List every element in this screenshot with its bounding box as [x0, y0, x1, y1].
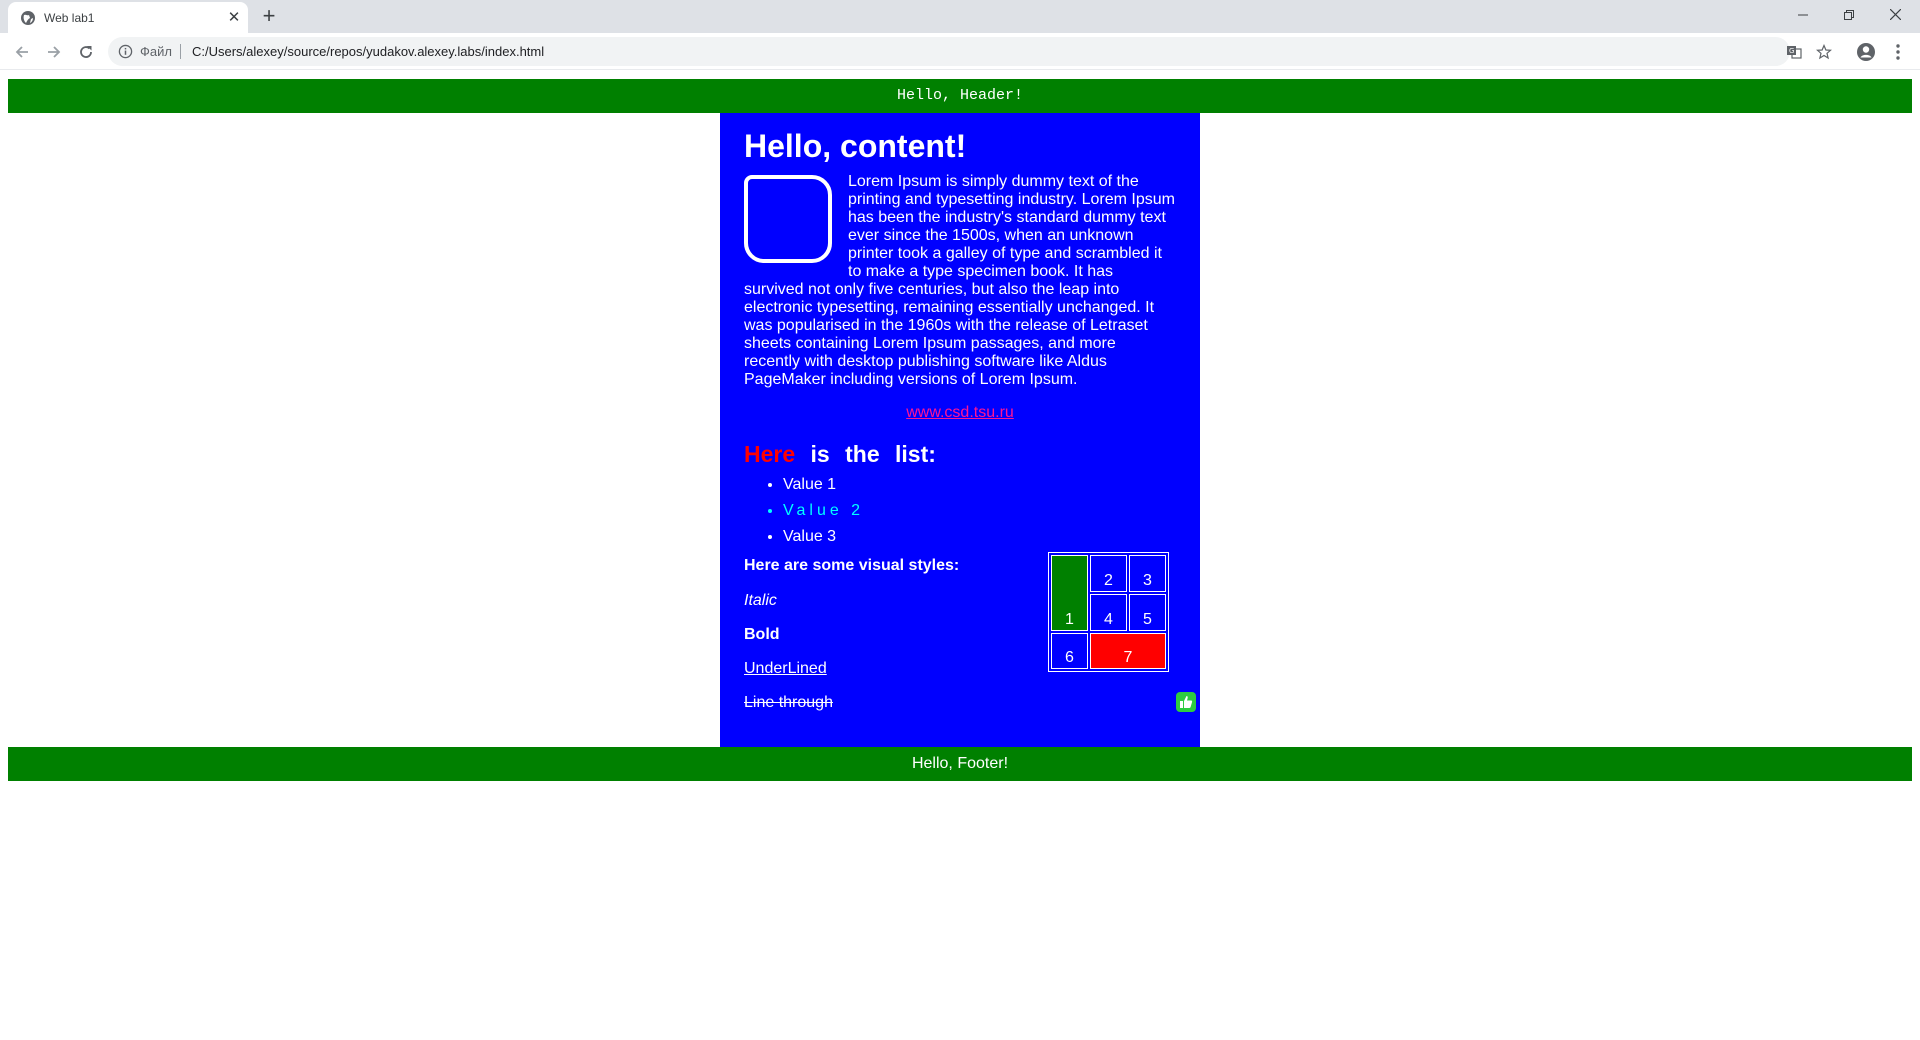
profile-avatar-icon[interactable] — [1856, 42, 1876, 62]
restore-icon — [1844, 10, 1854, 20]
line-through-text: Line through — [744, 694, 833, 711]
url-text[interactable]: C:/Users/alexey/source/repos/yudakov.ale… — [192, 44, 544, 59]
close-window-button[interactable] — [1872, 0, 1918, 30]
globe-icon — [21, 11, 35, 25]
list-item: Value 2 — [783, 498, 1176, 524]
table-cell: 2 — [1090, 555, 1127, 592]
reload-button[interactable] — [72, 38, 100, 66]
bookmark-star-icon[interactable] — [1816, 44, 1832, 60]
info-icon[interactable] — [118, 44, 133, 59]
site-link[interactable]: www.csd.tsu.ru — [744, 404, 1176, 422]
table-cell: 1 — [1051, 555, 1088, 631]
scheme-label: Файл — [140, 44, 172, 59]
tab-close-icon[interactable]: ✕ — [224, 8, 244, 28]
page-footer: Hello, Footer! — [8, 747, 1912, 781]
table-cell: 6 — [1051, 633, 1088, 669]
styles-title: Here are some visual styles: — [744, 557, 960, 574]
list-item: Value 3 — [783, 524, 1176, 550]
table-cell: 3 — [1129, 555, 1166, 592]
page-viewport: Hello, Header! Hello, content! Lorem Ips… — [0, 71, 1920, 1040]
rounded-image-box — [744, 175, 832, 263]
list-item: Value 1 — [783, 472, 1176, 498]
forward-button[interactable] — [40, 38, 68, 66]
numbers-table: 1 2 3 4 5 6 7 — [1048, 552, 1169, 672]
tab-strip: Web lab1 ✕ + — [0, 0, 1920, 33]
menu-dots-icon[interactable] — [1888, 42, 1908, 62]
page-header: Hello, Header! — [8, 79, 1912, 113]
translate-icon[interactable]: G — [1786, 44, 1802, 60]
content-title: Hello, content! — [744, 128, 967, 164]
address-bar[interactable]: Файл C:/Users/alexey/source/repos/yudako… — [108, 37, 1832, 66]
browser-toolbar: Файл C:/Users/alexey/source/repos/yudako… — [0, 33, 1920, 70]
content-section: Hello, content! Lorem Ipsum is simply du… — [720, 113, 1200, 747]
visual-styles-area: Here are some visual styles: Italic Bold… — [744, 552, 1196, 722]
bold-text: Bold — [744, 626, 780, 643]
thumbs-up-icon — [1176, 692, 1196, 712]
table-cell: 5 — [1129, 594, 1166, 631]
close-icon — [1889, 8, 1901, 21]
back-button[interactable] — [8, 38, 36, 66]
list-title-highlight: Here — [744, 441, 796, 467]
underlined-text: UnderLined — [744, 660, 827, 677]
svg-text:G: G — [1789, 47, 1794, 55]
omnibox-divider — [180, 44, 181, 59]
back-arrow-icon — [15, 46, 28, 58]
minimize-icon — [1798, 14, 1808, 16]
table-cell: 4 — [1090, 594, 1127, 631]
restore-button[interactable] — [1826, 0, 1872, 30]
intro-paragraph: Lorem Ipsum is simply dummy text of the … — [744, 173, 1176, 389]
minimize-button[interactable] — [1780, 0, 1826, 30]
new-tab-button[interactable]: + — [256, 5, 282, 29]
italic-text: Italic — [744, 592, 777, 609]
list-title-text: is the list: — [810, 441, 936, 467]
tab-title: Web lab1 — [44, 11, 95, 25]
table-cell: 7 — [1090, 633, 1166, 669]
tab-web-lab1[interactable]: Web lab1 ✕ — [8, 2, 248, 33]
forward-arrow-icon — [48, 46, 61, 58]
list-title: Here is the list: — [744, 440, 1176, 468]
value-list: Value 1 Value 2 Value 3 — [783, 472, 1176, 550]
reload-icon — [80, 46, 92, 58]
